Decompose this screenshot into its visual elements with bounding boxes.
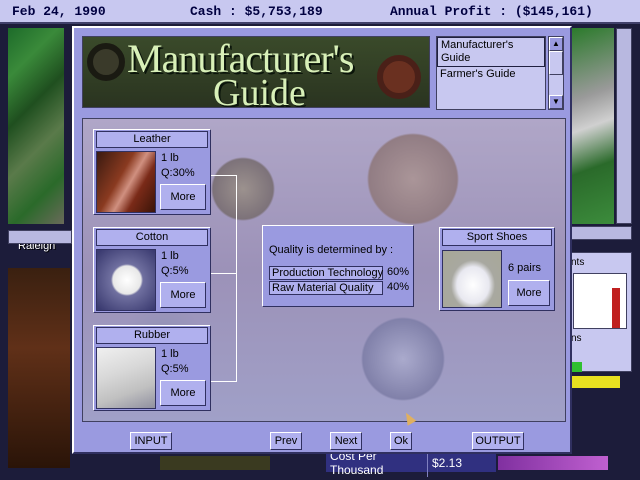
material-card-leather: Leather 1 lb Q:30% More [93, 129, 211, 215]
map-horizontal-scrollbar-right[interactable] [568, 226, 632, 240]
guide-banner: Manufacturer's Guide [82, 36, 430, 108]
scroll-thumb[interactable] [549, 51, 563, 75]
material-name: Leather [96, 131, 208, 148]
chart-panel-fragment-2: ns [571, 333, 582, 344]
annual-profit-display: Annual Profit : ($145,161) [390, 3, 593, 19]
quality-heading: Quality is determined by : [269, 244, 394, 256]
gear-icon [87, 43, 125, 81]
input-button[interactable]: INPUT [130, 432, 172, 450]
green-indicator [572, 362, 582, 372]
leather-image [96, 151, 156, 213]
map-horizontal-scrollbar[interactable] [8, 230, 72, 244]
background-chart-panel: nts ns [568, 252, 632, 372]
chart-bar [612, 288, 620, 328]
quality-factor-pct: 60% [387, 266, 410, 278]
material-quality: Q:5% [161, 265, 189, 277]
material-card-cotton: Cotton 1 lb Q:5% More [93, 227, 211, 313]
background-strip [160, 456, 270, 470]
ok-button[interactable]: Ok [390, 432, 412, 450]
output-button[interactable]: OUTPUT [472, 432, 524, 450]
connector-line [236, 175, 237, 381]
guide-list-scrollbar[interactable]: ▲ ▼ [548, 36, 564, 110]
rubber-image [96, 347, 156, 409]
manufacturers-guide-dialog: Manufacturer's Guide Manufacturer's Guid… [72, 26, 572, 454]
quality-factor-name: Production Technology [269, 266, 383, 280]
yellow-indicator-bar [572, 376, 620, 388]
background-photo [8, 268, 70, 468]
scroll-up-icon[interactable]: ▲ [549, 37, 563, 51]
map-vertical-scrollbar[interactable] [616, 28, 632, 224]
scroll-down-icon[interactable]: ▼ [549, 95, 563, 109]
cost-per-thousand-row: Cost Per Thousand $2.13 [326, 449, 496, 477]
connector-line [211, 273, 237, 274]
material-card-rubber: Rubber 1 lb Q:5% More [93, 325, 211, 411]
material-quantity: 1 lb [161, 348, 179, 360]
game-date: Feb 24, 1990 [12, 3, 106, 19]
cost-per-thousand-value: $2.13 [432, 456, 463, 470]
product-name: Sport Shoes [442, 229, 552, 246]
material-quantity: 1 lb [161, 250, 179, 262]
leather-more-button[interactable]: More [160, 184, 206, 210]
material-quality: Q:30% [161, 167, 195, 179]
guide-list[interactable]: Manufacturer's Guide Farmer's Guide [436, 36, 546, 110]
gear-icon [377, 55, 421, 99]
mini-chart [573, 273, 627, 329]
next-button[interactable]: Next [330, 432, 362, 450]
city-map-view[interactable]: Raleigh [8, 28, 64, 252]
status-bar: Feb 24, 1990 Cash : $5,753,189 Annual Pr… [0, 0, 640, 24]
banner-title-line2: Guide [213, 72, 306, 108]
prev-button[interactable]: Prev [270, 432, 302, 450]
rubber-more-button[interactable]: More [160, 380, 206, 406]
material-name: Rubber [96, 327, 208, 344]
product-quantity: 6 pairs [508, 262, 542, 274]
guide-item-farmers[interactable]: Farmer's Guide [437, 67, 545, 82]
city-map-view-right[interactable] [570, 28, 614, 224]
connector-line [211, 175, 237, 176]
connector-line [211, 381, 237, 382]
product-card-sport-shoes: Sport Shoes 6 pairs More [439, 227, 555, 311]
material-quantity: 1 lb [161, 152, 179, 164]
quality-factor-pct: 40% [387, 281, 410, 293]
cotton-more-button[interactable]: More [160, 282, 206, 308]
material-quality: Q:5% [161, 363, 189, 375]
quality-factors-panel: Quality is determined by : Production Te… [262, 225, 414, 307]
purple-indicator-bar [498, 456, 608, 470]
guide-item-manufacturers[interactable]: Manufacturer's Guide [437, 37, 545, 67]
material-name: Cotton [96, 229, 208, 246]
sport-shoes-image [442, 250, 502, 308]
product-more-button[interactable]: More [508, 280, 550, 306]
cotton-image [96, 249, 156, 311]
quality-factor-name: Raw Material Quality [269, 281, 383, 295]
production-diagram: Leather 1 lb Q:30% More Cotton 1 lb Q:5%… [82, 118, 566, 422]
chart-panel-fragment: nts [571, 257, 585, 268]
cash-display: Cash : $5,753,189 [190, 3, 323, 19]
